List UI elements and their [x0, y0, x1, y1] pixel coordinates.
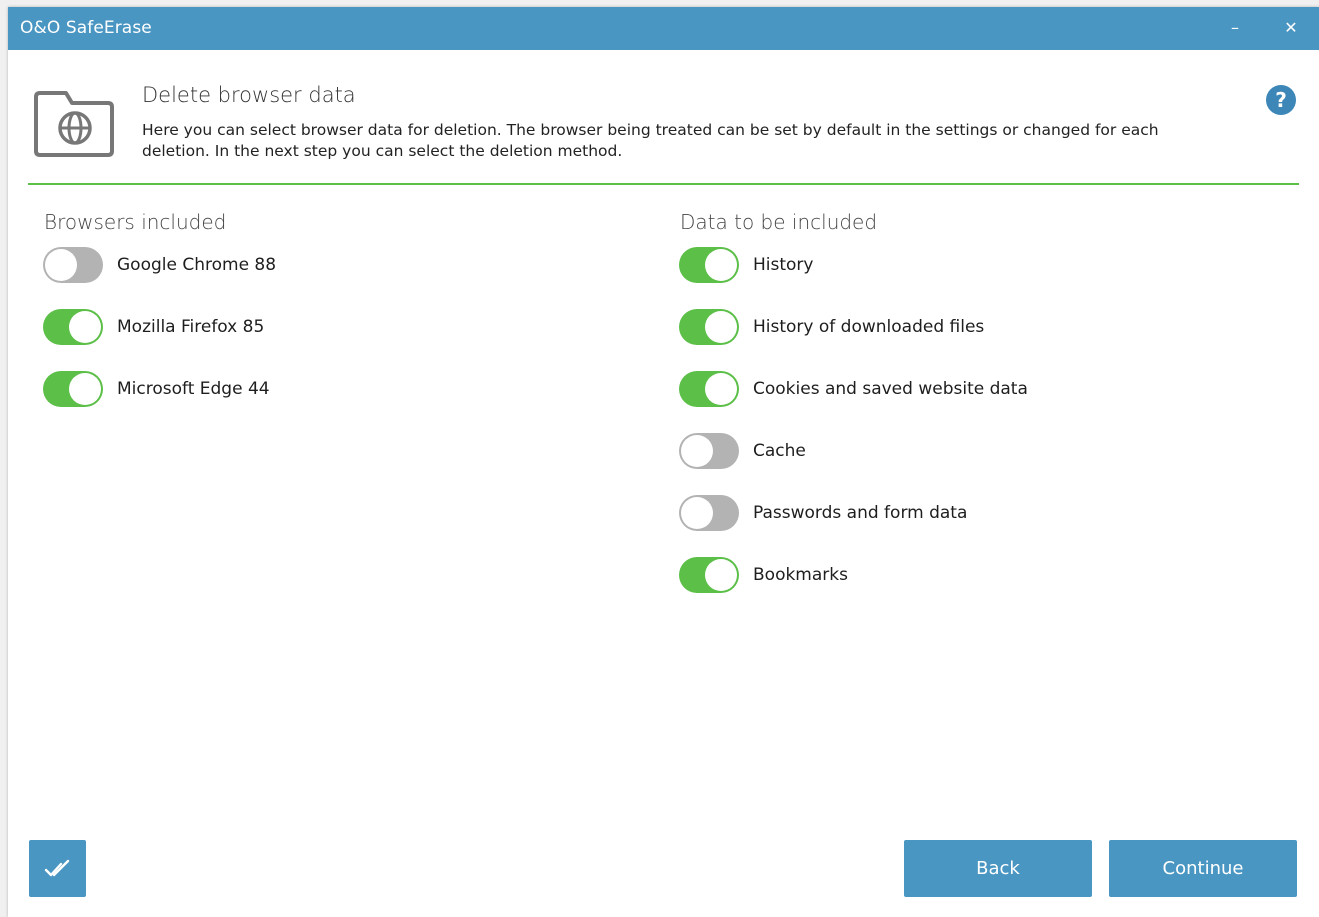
data-row-downloads[interactable]: History of downloaded files	[679, 307, 984, 347]
data-label-downloads: History of downloaded files	[753, 317, 985, 337]
minimize-button[interactable]: –	[1222, 15, 1248, 41]
data-row-cookies[interactable]: Cookies and saved website data	[679, 369, 1028, 409]
page-title: Delete browser data	[142, 83, 356, 107]
toggle-passwords[interactable]	[679, 495, 739, 531]
browser-row-edge[interactable]: Microsoft Edge 44	[43, 369, 270, 409]
browser-row-chrome[interactable]: Google Chrome 88	[43, 245, 276, 285]
data-label-bookmarks: Bookmarks	[753, 565, 848, 585]
toggle-edge[interactable]	[43, 371, 103, 407]
data-row-bookmarks[interactable]: Bookmarks	[679, 555, 848, 595]
toggle-knob	[705, 559, 737, 591]
toggle-knob	[69, 373, 101, 405]
browser-label-edge: Microsoft Edge 44	[117, 379, 270, 399]
data-section-label: Data to be included	[680, 210, 878, 234]
toggle-downloads[interactable]	[679, 309, 739, 345]
page-description: Here you can select browser data for del…	[142, 121, 1159, 160]
browser-label-firefox: Mozilla Firefox 85	[117, 317, 265, 337]
data-row-cache[interactable]: Cache	[679, 431, 806, 471]
title-bar[interactable]: O&O SafeErase – ✕	[8, 7, 1319, 50]
data-row-history[interactable]: History	[679, 245, 813, 285]
toggle-knob	[705, 373, 737, 405]
folder-globe-icon	[32, 85, 116, 159]
select-all-button[interactable]	[29, 840, 86, 897]
data-label-cookies: Cookies and saved website data	[753, 379, 1028, 399]
window-title: O&O SafeErase	[20, 18, 152, 38]
toggle-knob	[681, 435, 713, 467]
close-button[interactable]: ✕	[1278, 15, 1304, 41]
browser-row-firefox[interactable]: Mozilla Firefox 85	[43, 307, 264, 347]
help-button[interactable]: ?	[1266, 85, 1296, 115]
browser-label-chrome: Google Chrome 88	[117, 255, 277, 275]
data-row-passwords[interactable]: Passwords and form data	[679, 493, 967, 533]
browsers-section-label: Browsers included	[44, 210, 227, 234]
app-window: O&O SafeErase – ✕ Delete browser data He…	[8, 7, 1319, 917]
data-label-cache: Cache	[753, 441, 806, 461]
continue-button[interactable]: Continue	[1109, 840, 1297, 897]
toggle-knob	[705, 311, 737, 343]
data-label-history: History	[753, 255, 814, 275]
data-label-passwords: Passwords and form data	[753, 503, 968, 523]
toggle-chrome[interactable]	[43, 247, 103, 283]
toggle-knob	[69, 311, 101, 343]
double-check-icon	[44, 859, 70, 877]
toggle-knob	[45, 249, 77, 281]
toggle-bookmarks[interactable]	[679, 557, 739, 593]
toggle-history[interactable]	[679, 247, 739, 283]
toggle-firefox[interactable]	[43, 309, 103, 345]
toggle-cookies[interactable]	[679, 371, 739, 407]
toggle-cache[interactable]	[679, 433, 739, 469]
toggle-knob	[705, 249, 737, 281]
back-button[interactable]: Back	[904, 840, 1092, 897]
toggle-knob	[681, 497, 713, 529]
header-divider	[28, 183, 1299, 185]
